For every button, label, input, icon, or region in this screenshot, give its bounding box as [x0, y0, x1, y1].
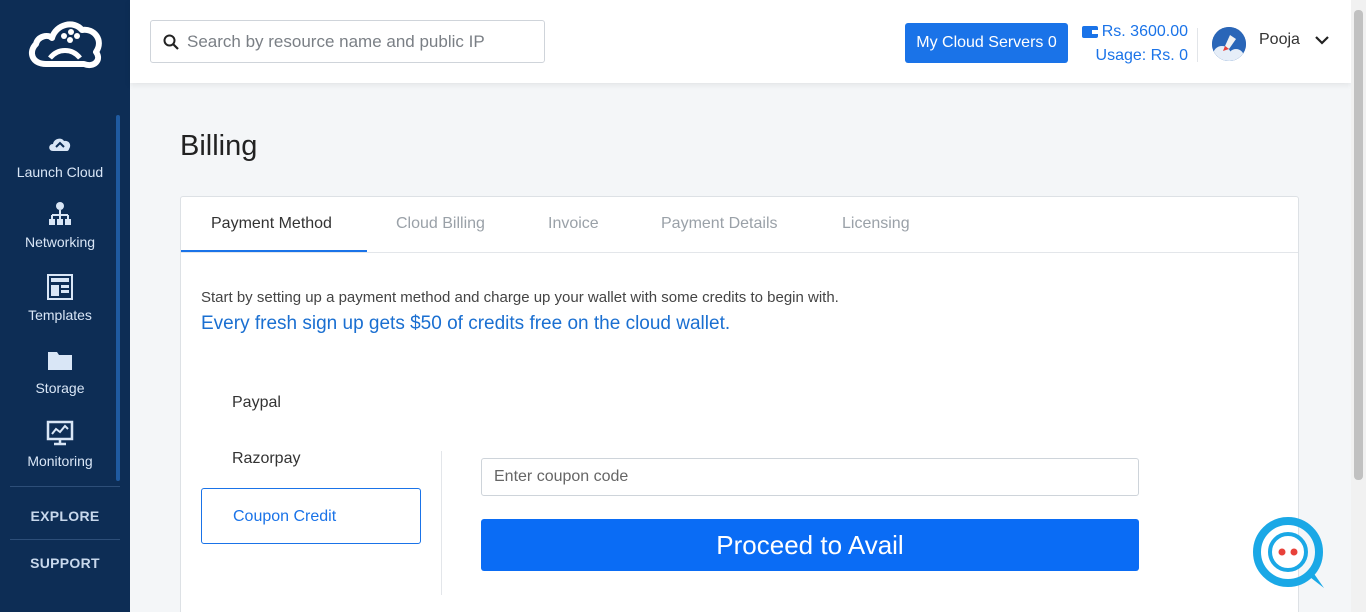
billing-card: Payment Method Cloud Billing Invoice Pay…	[180, 196, 1299, 612]
header-divider	[1197, 28, 1198, 62]
explore-link[interactable]: EXPLORE	[0, 508, 130, 524]
sidebar-item-label: Templates	[28, 307, 92, 323]
rocket-avatar-icon	[1212, 27, 1246, 61]
wallet-icon	[1081, 26, 1098, 38]
cloud-launch-icon	[49, 138, 71, 151]
search-input[interactable]	[187, 29, 537, 55]
support-link[interactable]: SUPPORT	[0, 555, 130, 571]
wallet-summary[interactable]: Rs. 3600.00 Usage: Rs. 0	[1078, 20, 1188, 68]
sidebar-item-label: Monitoring	[27, 453, 93, 469]
page-title: Billing	[180, 130, 258, 162]
payment-method-razorpay[interactable]: Razorpay	[201, 431, 421, 487]
intro-text: Start by setting up a payment method and…	[201, 289, 839, 306]
sidebar-item-networking[interactable]: Networking	[0, 200, 120, 252]
tab-invoice[interactable]: Invoice	[548, 215, 599, 233]
payment-method-coupon-credit[interactable]: Coupon Credit	[201, 488, 421, 544]
user-name[interactable]: Pooja	[1259, 31, 1300, 49]
avatar[interactable]	[1212, 27, 1246, 61]
active-tab-indicator	[181, 250, 367, 252]
chat-bubble-icon[interactable]	[1250, 514, 1328, 592]
network-icon	[49, 202, 71, 225]
page-scrollbar[interactable]	[1351, 0, 1366, 612]
chevron-down-icon[interactable]	[1314, 34, 1330, 46]
payment-methods-divider	[441, 451, 442, 595]
tab-payment-details[interactable]: Payment Details	[661, 215, 778, 233]
usage-amount: Usage: Rs. 0	[1095, 47, 1188, 64]
sidebar-item-templates[interactable]: Templates	[0, 273, 120, 325]
cloud-logo-icon[interactable]	[24, 14, 106, 72]
sidebar-item-monitoring[interactable]: Monitoring	[0, 419, 120, 471]
sidebar-item-label: Launch Cloud	[16, 164, 104, 180]
sidebar-item-storage[interactable]: Storage	[0, 346, 120, 398]
monitor-icon	[46, 420, 74, 446]
top-header: My Cloud Servers 0 Rs. 3600.00 Usage: Rs…	[130, 0, 1351, 83]
my-cloud-servers-button[interactable]: My Cloud Servers 0	[905, 23, 1068, 63]
tab-licensing[interactable]: Licensing	[842, 215, 910, 233]
tab-cloud-billing[interactable]: Cloud Billing	[396, 215, 485, 233]
promo-text: Every fresh sign up gets $50 of credits …	[201, 313, 731, 334]
proceed-to-avail-button[interactable]: Proceed to Avail	[481, 519, 1139, 571]
templates-icon	[47, 274, 73, 300]
scrollbar-thumb[interactable]	[1354, 10, 1363, 480]
sidebar-item-label: Networking	[24, 234, 96, 250]
payment-method-paypal[interactable]: Paypal	[201, 375, 421, 431]
billing-tabs: Payment Method Cloud Billing Invoice Pay…	[181, 197, 1298, 253]
sidebar-divider	[10, 539, 120, 540]
coupon-code-input[interactable]	[481, 458, 1139, 496]
sidebar-divider	[10, 486, 120, 487]
tab-payment-method[interactable]: Payment Method	[211, 215, 332, 233]
folder-icon	[48, 352, 72, 370]
search-box[interactable]	[150, 20, 545, 63]
sidebar: Launch Cloud Networking Templates Storag…	[0, 0, 130, 612]
sidebar-item-label: Storage	[35, 380, 85, 396]
wallet-balance: Rs. 3600.00	[1101, 23, 1188, 40]
search-icon	[163, 34, 179, 50]
sidebar-item-launch-cloud[interactable]: Launch Cloud	[0, 130, 120, 182]
